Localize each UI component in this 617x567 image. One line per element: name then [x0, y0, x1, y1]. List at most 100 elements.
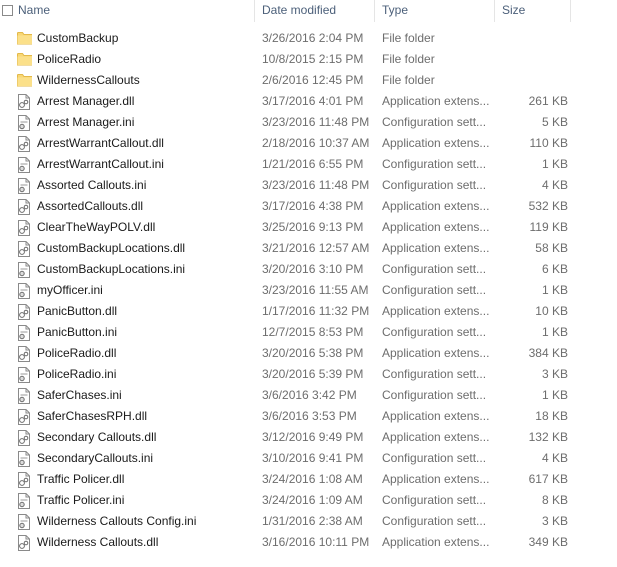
file-date-modified: 3/23/2016 11:48 PM	[262, 178, 370, 192]
file-date-modified: 3/23/2016 11:55 AM	[262, 283, 369, 297]
file-row[interactable]: CustomBackupLocations.ini 3/20/2016 3:10 …	[0, 259, 617, 280]
file-row[interactable]: Wilderness Callouts Config.ini 1/31/2016 …	[0, 511, 617, 532]
file-date-modified: 3/24/2016 1:09 AM	[262, 493, 363, 507]
file-row[interactable]: ClearTheWayPOLV.dll 3/25/2016 9:13 PM Appl…	[0, 217, 617, 238]
file-size: 1 KB	[541, 388, 568, 402]
file-type: File folder	[382, 31, 435, 45]
file-name: CustomBackup	[37, 31, 119, 45]
dll-file-icon	[17, 472, 32, 488]
file-row[interactable]: CustomBackup 3/26/2016 2:04 PM File folder	[0, 28, 617, 49]
file-type: Application extens...	[382, 136, 490, 150]
file-date-modified: 10/8/2015 2:15 PM	[262, 52, 364, 66]
dll-file-icon	[17, 535, 32, 551]
file-name: myOfficer.ini	[37, 283, 103, 297]
dll-file-icon	[17, 220, 32, 236]
dll-file-icon	[17, 136, 32, 152]
file-row[interactable]: CustomBackupLocations.dll 3/21/2016 12:57…	[0, 238, 617, 259]
file-size: 349 KB	[528, 535, 568, 549]
file-date-modified: 12/7/2015 8:53 PM	[262, 325, 364, 339]
file-row[interactable]: PanicButton.ini 12/7/2015 8:53 PM Configur…	[0, 322, 617, 343]
file-type: Configuration sett...	[382, 367, 487, 381]
column-header-size[interactable]: Size	[498, 0, 568, 22]
file-row[interactable]: Traffic Policer.dll 3/24/2016 1:08 AM Appl…	[0, 469, 617, 490]
file-row[interactable]: PoliceRadio.dll 3/20/2016 5:38 PM Applicat…	[0, 343, 617, 364]
file-name: AssortedCallouts.dll	[37, 199, 144, 213]
column-divider[interactable]	[570, 0, 571, 22]
file-row[interactable]: Traffic Policer.ini 3/24/2016 1:09 AM Conf…	[0, 490, 617, 511]
ini-file-icon	[17, 493, 32, 509]
file-date-modified: 3/24/2016 1:08 AM	[262, 472, 363, 486]
ini-file-icon	[17, 178, 32, 194]
file-date-modified: 3/17/2016 4:01 PM	[262, 94, 364, 108]
file-row[interactable]: ArrestWarrantCallout.ini 1/21/2016 6:55 P…	[0, 154, 617, 175]
select-all-checkbox[interactable]	[2, 5, 13, 16]
file-row[interactable]: Arrest Manager.dll 3/17/2016 4:01 PM Appli…	[0, 91, 617, 112]
column-header-name[interactable]: Name	[14, 0, 254, 22]
dll-file-icon	[17, 304, 32, 320]
file-name: PoliceRadio.ini	[37, 367, 117, 381]
file-type: Application extens...	[382, 304, 490, 318]
ini-file-icon	[17, 367, 32, 383]
file-size: 1 KB	[541, 325, 568, 339]
file-row[interactable]: myOfficer.ini 3/23/2016 11:55 AM Configura…	[0, 280, 617, 301]
file-size: 4 KB	[541, 451, 568, 465]
file-name: PoliceRadio.dll	[37, 346, 117, 360]
folder-icon	[17, 31, 32, 47]
dll-file-icon	[17, 199, 32, 215]
file-date-modified: 3/12/2016 9:49 PM	[262, 430, 364, 444]
file-name: Wilderness Callouts.dll	[37, 535, 159, 549]
file-type: Configuration sett...	[382, 325, 487, 339]
file-row[interactable]: Arrest Manager.ini 3/23/2016 11:48 PM Conf…	[0, 112, 617, 133]
column-divider[interactable]	[254, 0, 255, 22]
file-name: Wilderness Callouts Config.ini	[37, 514, 197, 528]
file-row[interactable]: WildernessCallouts 2/6/2016 12:45 PM File …	[0, 70, 617, 91]
file-date-modified: 1/17/2016 11:32 PM	[262, 304, 370, 318]
ini-file-icon	[17, 388, 32, 404]
file-type: Configuration sett...	[382, 178, 487, 192]
file-type: Application extens...	[382, 94, 490, 108]
ini-file-icon	[17, 451, 32, 467]
file-name: ArrestWarrantCallout.ini	[37, 157, 164, 171]
file-size: 4 KB	[541, 178, 568, 192]
ini-file-icon	[17, 283, 32, 299]
file-type: Application extens...	[382, 199, 490, 213]
file-type: File folder	[382, 52, 435, 66]
file-size: 1 KB	[541, 157, 568, 171]
file-row[interactable]: ArrestWarrantCallout.dll 2/18/2016 10:37 …	[0, 133, 617, 154]
file-size	[498, 70, 568, 91]
column-header-date-modified[interactable]: Date modified	[258, 0, 374, 22]
file-name: Secondary Callouts.dll	[37, 430, 157, 444]
file-type: Application extens...	[382, 220, 490, 234]
file-type: Configuration sett...	[382, 388, 487, 402]
file-date-modified: 3/6/2016 3:53 PM	[262, 409, 357, 423]
column-header-type[interactable]: Type	[378, 0, 494, 22]
file-row[interactable]: PoliceRadio.ini 3/20/2016 5:39 PM Configur…	[0, 364, 617, 385]
file-row[interactable]: Secondary Callouts.dll 3/12/2016 9:49 PM A…	[0, 427, 617, 448]
file-size: 3 KB	[541, 367, 568, 381]
dll-file-icon	[17, 94, 32, 110]
ini-file-icon	[17, 514, 32, 530]
file-type: Application extens...	[382, 346, 490, 360]
file-type: Application extens...	[382, 472, 490, 486]
ini-file-icon	[17, 115, 32, 131]
file-name: Assorted Callouts.ini	[37, 178, 147, 192]
file-row[interactable]: PanicButton.dll 1/17/2016 11:32 PM Applica…	[0, 301, 617, 322]
file-size: 119 KB	[529, 220, 568, 234]
file-date-modified: 3/23/2016 11:48 PM	[262, 115, 370, 129]
file-type: Configuration sett...	[382, 493, 487, 507]
file-row[interactable]: Wilderness Callouts.dll 3/16/2016 10:11 P…	[0, 532, 617, 553]
file-row[interactable]: PoliceRadio 10/8/2015 2:15 PM File folder	[0, 49, 617, 70]
ini-file-icon	[17, 262, 32, 278]
column-divider[interactable]	[374, 0, 375, 22]
column-divider[interactable]	[494, 0, 495, 22]
file-row[interactable]: AssortedCallouts.dll 3/17/2016 4:38 PM App…	[0, 196, 617, 217]
file-type: Application extens...	[382, 535, 490, 549]
file-size: 5 KB	[541, 115, 568, 129]
file-type: Configuration sett...	[382, 262, 487, 276]
file-row[interactable]: SaferChasesRPH.dll 3/6/2016 3:53 PM Applic…	[0, 406, 617, 427]
file-name: SaferChasesRPH.dll	[37, 409, 148, 423]
file-row[interactable]: SecondaryCallouts.ini 3/10/2016 9:41 PM Co…	[0, 448, 617, 469]
file-row[interactable]: SaferChases.ini 3/6/2016 3:42 PM Configura…	[0, 385, 617, 406]
file-size: 532 KB	[528, 199, 568, 213]
file-row[interactable]: Assorted Callouts.ini 3/23/2016 11:48 PM C…	[0, 175, 617, 196]
